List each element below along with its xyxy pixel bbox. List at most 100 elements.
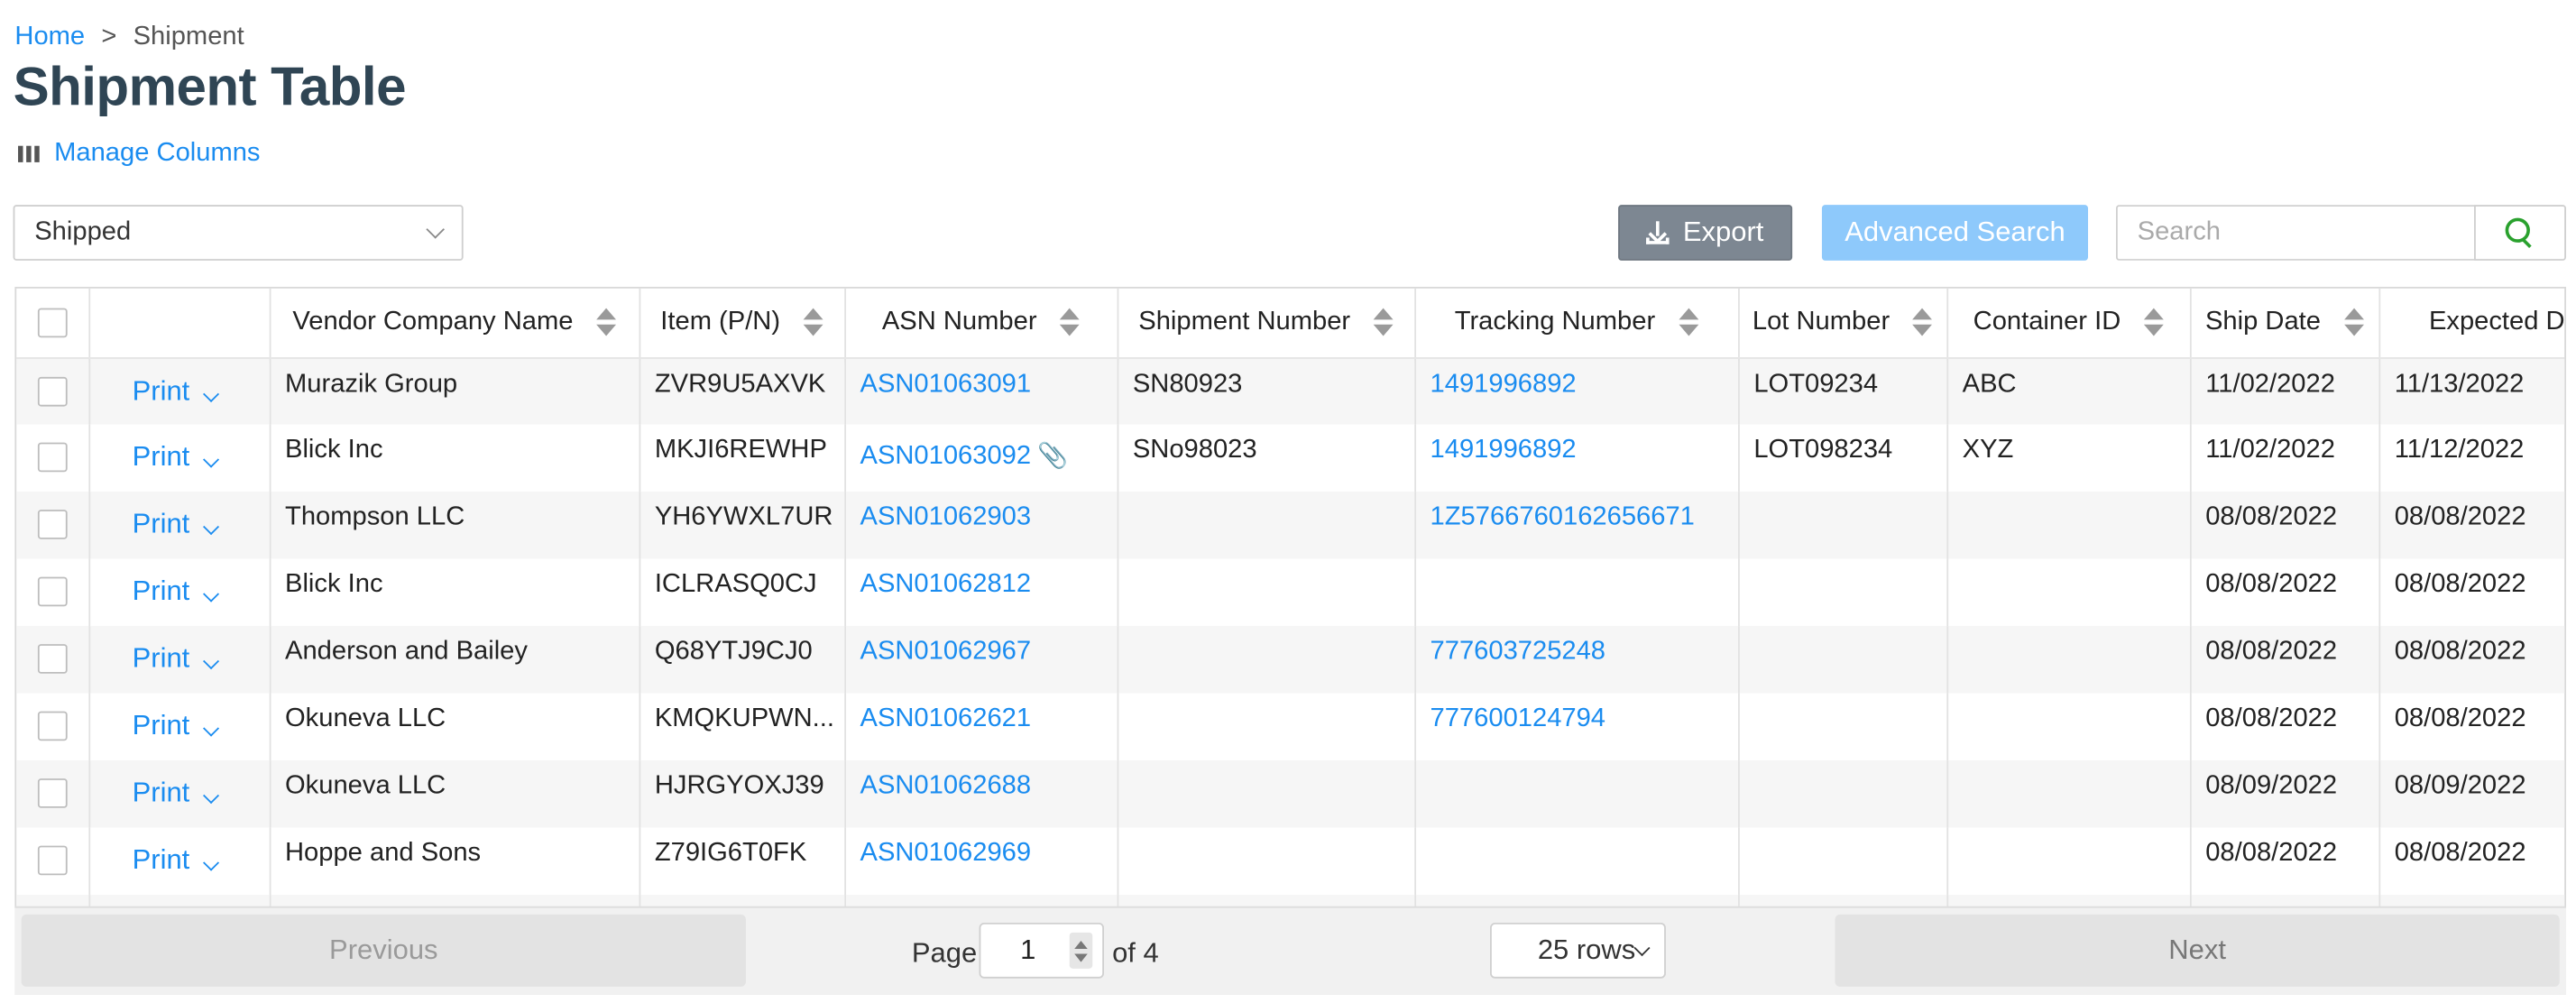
shipment-cell bbox=[1117, 760, 1416, 828]
row-select-cell bbox=[16, 760, 90, 828]
row-checkbox[interactable] bbox=[37, 443, 68, 473]
sort-icon[interactable] bbox=[595, 308, 616, 336]
chevron-down-icon[interactable] bbox=[203, 519, 220, 536]
column-header-ship-date[interactable]: Ship Date bbox=[2189, 288, 2380, 359]
manage-columns-link[interactable]: Manage Columns bbox=[54, 139, 260, 169]
print-button[interactable]: Print bbox=[133, 508, 190, 539]
shipment-cell bbox=[1117, 492, 1416, 559]
search-input[interactable] bbox=[2115, 205, 2475, 261]
chevron-down-icon[interactable] bbox=[203, 720, 220, 737]
asn-link[interactable]: ASN01062967 bbox=[860, 638, 1032, 666]
asn-link[interactable]: ASN01062969 bbox=[860, 839, 1032, 867]
row-checkbox[interactable] bbox=[37, 712, 68, 741]
asn-link[interactable]: ASN01063092 bbox=[860, 443, 1032, 471]
tracking-link[interactable]: 1Z5766760162656671 bbox=[1431, 503, 1695, 531]
chevron-down-icon bbox=[426, 220, 445, 239]
sort-icon[interactable] bbox=[803, 308, 823, 336]
column-header-lot[interactable]: Lot Number bbox=[1738, 288, 1948, 359]
print-button[interactable]: Print bbox=[133, 575, 190, 607]
column-header-shipment[interactable]: Shipment Number bbox=[1117, 288, 1416, 359]
print-button[interactable]: Print bbox=[133, 642, 190, 674]
table-row: Print Murazik Group ZVR9U5AXVK ASN01063091 S… bbox=[16, 357, 2565, 425]
column-header-label: Lot Number bbox=[1752, 308, 1891, 336]
item-cell: ZVR9U5AXVK bbox=[639, 357, 846, 425]
column-header-expected[interactable]: Expected D bbox=[2378, 288, 2565, 359]
asn-cell: ASN01062967 bbox=[844, 626, 1118, 694]
asn-cell: ASN01062621 bbox=[844, 693, 1118, 761]
row-checkbox[interactable] bbox=[37, 510, 68, 540]
rows-per-page-value: 25 rows bbox=[1537, 934, 1636, 966]
vendor-cell: Blick Inc bbox=[269, 424, 640, 492]
sort-icon[interactable] bbox=[2343, 308, 2364, 336]
chevron-down-icon[interactable] bbox=[203, 653, 220, 670]
chevron-down-icon[interactable] bbox=[203, 385, 220, 402]
asn-link[interactable]: ASN01062621 bbox=[860, 704, 1032, 732]
row-checkbox[interactable] bbox=[37, 376, 68, 406]
sort-icon[interactable] bbox=[2143, 308, 2164, 336]
ship-date-cell: 08/08/2022 bbox=[2189, 492, 2380, 559]
sort-icon[interactable] bbox=[1373, 308, 1394, 336]
column-header-container[interactable]: Container ID bbox=[1946, 288, 2191, 359]
chevron-down-icon[interactable] bbox=[203, 787, 220, 805]
row-checkbox[interactable] bbox=[37, 846, 68, 876]
tracking-link[interactable]: 1491996892 bbox=[1431, 436, 1577, 464]
tracking-cell: 777600124794 bbox=[1414, 693, 1739, 761]
container-cell: XYZ bbox=[1946, 424, 2191, 492]
breadcrumb-home-link[interactable]: Home bbox=[14, 23, 85, 51]
print-button[interactable]: Print bbox=[133, 374, 190, 406]
print-button[interactable]: Print bbox=[133, 844, 190, 876]
asn-link[interactable]: ASN01062903 bbox=[860, 503, 1032, 531]
advanced-search-button[interactable]: Advanced Search bbox=[1821, 205, 2088, 261]
asn-link[interactable]: ASN01062812 bbox=[860, 570, 1032, 598]
item-cell: Z79IG6T0FK bbox=[639, 827, 846, 896]
asn-link[interactable]: ASN01063091 bbox=[860, 370, 1032, 398]
column-header-label: Vendor Company Name bbox=[292, 308, 574, 336]
page-number-input[interactable]: 1 bbox=[979, 922, 1104, 979]
rows-per-page-select[interactable]: 25 rows bbox=[1490, 922, 1666, 979]
tracking-link[interactable]: 1491996892 bbox=[1431, 370, 1577, 398]
tracking-link[interactable]: 777600124794 bbox=[1431, 704, 1605, 732]
container-cell bbox=[1946, 492, 2191, 559]
status-filter-value: Shipped bbox=[34, 217, 132, 246]
tracking-link[interactable]: 777603725248 bbox=[1431, 638, 1605, 666]
tracking-cell: 1491996892 bbox=[1414, 357, 1739, 425]
shipment-cell bbox=[1117, 827, 1416, 896]
sort-icon[interactable] bbox=[1060, 308, 1080, 336]
print-button[interactable]: Print bbox=[133, 710, 190, 741]
sort-icon[interactable] bbox=[1912, 308, 1933, 336]
column-header-asn[interactable]: ASN Number bbox=[844, 288, 1118, 359]
row-checkbox[interactable] bbox=[37, 778, 68, 809]
chevron-down-icon[interactable] bbox=[203, 451, 220, 468]
column-header-tracking[interactable]: Tracking Number bbox=[1414, 288, 1739, 359]
paperclip-icon[interactable]: 📎 bbox=[1037, 441, 1068, 471]
chevron-down-icon[interactable] bbox=[203, 585, 220, 603]
column-header-item[interactable]: Item (P/N) bbox=[639, 288, 846, 359]
next-page-button[interactable]: Next bbox=[1835, 914, 2560, 987]
page-stepper-icon[interactable] bbox=[1069, 932, 1093, 969]
status-filter-select[interactable]: Shipped bbox=[13, 205, 464, 261]
print-button[interactable]: Print bbox=[133, 441, 190, 473]
row-checkbox[interactable] bbox=[37, 644, 68, 675]
chevron-down-icon bbox=[1633, 939, 1651, 956]
chevron-down-icon[interactable] bbox=[203, 854, 220, 871]
vendor-cell: Blick Inc bbox=[269, 558, 640, 627]
asn-link[interactable]: ASN01062688 bbox=[860, 772, 1032, 800]
previous-page-button[interactable]: Previous bbox=[21, 914, 746, 987]
print-button[interactable]: Print bbox=[133, 777, 190, 808]
vendor-cell: Thompson LLC bbox=[269, 492, 640, 559]
search-button[interactable] bbox=[2474, 205, 2567, 261]
expected-date-cell: 08/08/2022 bbox=[2378, 693, 2565, 761]
tracking-cell bbox=[1414, 558, 1739, 627]
ship-date-cell: 08/09/2022 bbox=[2189, 760, 2380, 828]
manage-columns-button[interactable]: Manage Columns bbox=[18, 139, 261, 169]
select-all-checkbox[interactable] bbox=[37, 307, 68, 337]
vendor-cell: Okuneva LLC bbox=[269, 760, 640, 828]
shipment-cell bbox=[1117, 626, 1416, 694]
sort-icon[interactable] bbox=[1678, 308, 1698, 336]
column-header-label: Item (P/N) bbox=[660, 308, 781, 336]
container-cell: ABC bbox=[1946, 357, 2191, 425]
export-button[interactable]: Export bbox=[1618, 205, 1793, 261]
column-header-vendor[interactable]: Vendor Company Name bbox=[269, 288, 640, 359]
row-checkbox[interactable] bbox=[37, 577, 68, 607]
breadcrumb-current: Shipment bbox=[133, 23, 244, 51]
